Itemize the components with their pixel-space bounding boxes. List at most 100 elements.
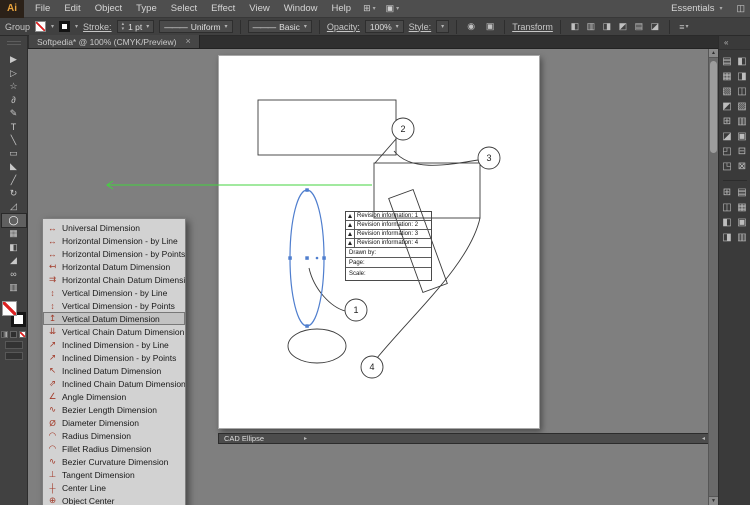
flyout-menu-item[interactable]: ⇉ Horizontal Chain Datum Dimension [43,273,185,286]
selection-tool[interactable]: ▶ [2,53,26,66]
screen-mode-button[interactable] [5,352,23,360]
arrange-documents-button[interactable]: ⊞ ▾ [358,3,381,14]
stroke-width-stepper[interactable]: ▴ ▾ [122,22,125,32]
menu-item-type[interactable]: Type [129,0,164,18]
vertical-scrollbar-thumb[interactable] [710,61,717,153]
blend-tool[interactable]: ∞ [2,267,26,280]
style-dropdown[interactable]: ▾ [436,20,449,33]
align-v-center-icon[interactable]: ▤ [632,20,646,34]
scroll-up-icon[interactable]: ▲ [709,49,718,58]
stroke-width-dropdown[interactable]: ▴ ▾ 1 pt ▾ [117,20,155,33]
flyout-menu-item[interactable]: ⇊ Vertical Chain Datum Dimension [43,325,185,338]
flyout-menu-item[interactable]: ↔ Horizontal Dimension - by Line [43,234,185,247]
menubar-extra-button[interactable]: ◫ [731,3,750,14]
width-profile-dropdown[interactable]: ——— Uniform ▾ [159,20,232,33]
toolbar-grip[interactable] [7,41,21,45]
gradient-tool[interactable]: ◧ [2,240,26,253]
fill-stroke-widget[interactable] [2,301,26,327]
fill-swatch[interactable] [35,21,46,32]
rotate-tool[interactable]: ↻ [2,187,26,200]
anchor-point-bottom[interactable] [305,324,309,328]
recolor-artwork-button[interactable]: ◉ [464,20,478,34]
flyout-menu-item[interactable]: ↕ Vertical Dimension - by Points [43,299,185,312]
flyout-menu-item[interactable]: ⊕ Object Center [43,494,185,505]
menu-item-effect[interactable]: Effect [204,0,242,18]
lower-rectangle-shape[interactable] [374,163,480,218]
flattener-panel-icon[interactable]: ▥ [735,230,750,245]
navigator-panel-icon[interactable]: ⊠ [735,159,750,174]
type-tool[interactable]: T [2,120,26,133]
stroke-panel-link[interactable]: Stroke: [83,22,112,32]
pathfinder-panel-icon[interactable]: ◳ [720,159,735,174]
flyout-menu-item[interactable]: ↗ Inclined Dimension - by Line [43,338,185,351]
menu-item-help[interactable]: Help [325,0,359,18]
flyout-menu-item[interactable]: ⇗ Inclined Chain Datum Dimension [43,377,185,390]
cad-ellipse-tool[interactable]: ◯ [2,214,26,227]
align-panel-icon[interactable]: ⊟ [735,144,750,159]
paintbrush-tool[interactable]: ◣ [2,160,26,173]
eyedropper-tool[interactable]: ◢ [2,254,26,267]
brushes-panel-icon[interactable]: ◨ [735,69,750,84]
center-handle-dot[interactable] [316,257,319,260]
align-left-icon[interactable]: ◧ [568,20,582,34]
flyout-menu-item[interactable]: ↤ Horizontal Datum Dimension [43,260,185,273]
column-graph-tool[interactable]: ▥ [2,281,26,294]
close-icon[interactable]: × [186,37,191,46]
document-tab[interactable]: Softpedia* @ 100% (CMYK/Preview) × [29,35,200,48]
swatches-panel-icon[interactable]: ▦ [720,69,735,84]
rectangle-tool[interactable]: ▭ [2,147,26,160]
flyout-menu-item[interactable]: ↗ Inclined Dimension - by Points [43,351,185,364]
isolate-mode-button[interactable]: ▣ [483,20,497,34]
menu-item-select[interactable]: Select [164,0,204,18]
brush-definition-dropdown[interactable]: ——— Basic ▾ [248,20,312,33]
nav-left-icon[interactable]: ◂ [702,435,705,442]
opacity-dropdown[interactable]: 100% ▾ [365,20,404,33]
flyout-menu-item[interactable]: ↖ Inclined Datum Dimension [43,364,185,377]
graphic-styles-panel-icon[interactable]: ▥ [735,114,750,129]
top-rectangle-shape[interactable] [258,100,396,155]
attributes-panel-icon[interactable]: ◧ [720,215,735,230]
mesh-tool[interactable]: ▦ [2,227,26,240]
flyout-menu-item[interactable]: ↕ Vertical Dimension - by Line [43,286,185,299]
flyout-menu-item[interactable]: ↔ Universal Dimension [43,221,185,234]
gradient-panel-icon[interactable]: ◩ [720,99,735,114]
fill-color-indicator[interactable] [2,301,17,316]
transform-panel-link[interactable]: Transform [512,22,553,32]
stroke-panel-icon[interactable]: ◫ [735,84,750,99]
menu-item-view[interactable]: View [242,0,276,18]
workspace-switcher[interactable]: Essentials ▾ [662,3,731,14]
symbols-panel-icon[interactable]: ▧ [720,84,735,99]
cad-tool-status-bar[interactable]: CAD Ellipse ▸ ◂ ▸ [218,433,718,444]
info-panel-icon[interactable]: ⊞ [720,185,735,200]
flyout-menu-item[interactable]: ↥ Vertical Datum Dimension [43,312,185,325]
line-segment-tool[interactable]: ╲ [2,133,26,146]
revision-table[interactable]: Revision information: 1 Revision informa… [345,211,432,281]
ellipse-center-point[interactable] [305,256,309,260]
opacity-panel-link[interactable]: Opacity: [327,22,360,32]
stroke-swatch[interactable] [59,21,70,32]
menu-item-file[interactable]: File [28,0,57,18]
small-ellipse-shape[interactable] [288,329,346,363]
align-bottom-icon[interactable]: ◪ [648,20,662,34]
flyout-menu-item[interactable]: Ø Diameter Dimension [43,416,185,429]
separations-panel-icon[interactable]: ◨ [720,230,735,245]
lasso-tool[interactable]: ∂ [2,93,26,106]
flyout-menu-item[interactable]: ∿ Bezier Curvature Dimension [43,455,185,468]
scale-tool[interactable]: ◿ [2,200,26,213]
appearance-panel-icon[interactable]: ⊞ [720,114,735,129]
vertical-scrollbar[interactable]: ▲ ▼ [708,49,718,505]
align-right-icon[interactable]: ◨ [600,20,614,34]
leader-curve-callout-1[interactable] [309,268,345,311]
menu-item-edit[interactable]: Edit [57,0,87,18]
pencil-tool[interactable]: ╱ [2,174,26,187]
color-button[interactable] [1,331,8,338]
color-guide-panel-icon[interactable]: ◧ [735,54,750,69]
expand-right-icon[interactable]: ▸ [304,435,307,442]
direct-selection-tool[interactable]: ▷ [2,66,26,79]
flyout-menu-item[interactable]: ┼ Center Line [43,481,185,494]
menu-item-window[interactable]: Window [277,0,325,18]
transparency-panel-icon[interactable]: ▨ [735,99,750,114]
magic-wand-tool[interactable]: ☆ [2,80,26,93]
links-panel-icon[interactable]: ◫ [720,200,735,215]
scroll-down-icon[interactable]: ▼ [709,496,718,505]
